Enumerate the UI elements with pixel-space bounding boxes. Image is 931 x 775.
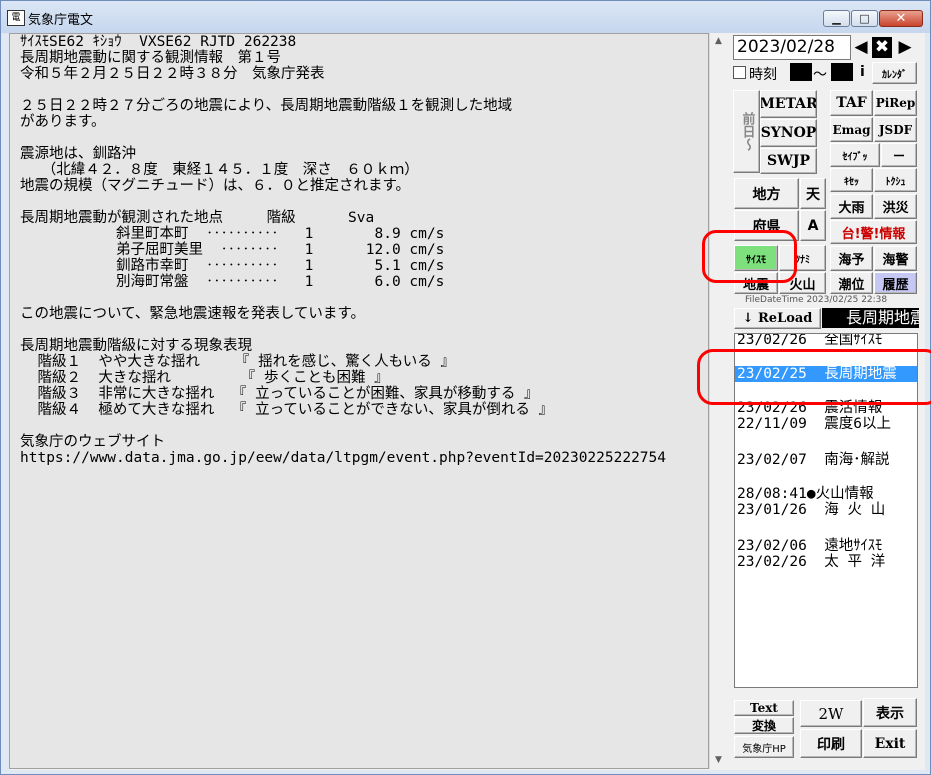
time-from-field[interactable] [790,63,812,81]
two-week-button[interactable]: 2W [800,700,862,727]
date-field[interactable]: 2023/02/28 [733,35,851,60]
close-button[interactable]: ✕ [879,10,923,27]
seibu-button[interactable]: ｾｲﾌﾞｯ [830,143,880,167]
a-button[interactable]: A [800,210,826,241]
choi-button[interactable]: 潮位 [830,272,873,294]
print-button[interactable]: 印刷 [800,729,862,758]
file-date-time: FileDateTime 2023/02/25 22:38 [745,295,888,305]
today-icon[interactable]: ✖ [872,37,892,58]
metar-button[interactable]: METAR [760,90,817,118]
prev-day-icon[interactable]: ◀ [851,37,871,58]
taf-button[interactable]: TAF [830,90,873,116]
marquee-display: 長周期地震 [822,308,919,328]
info-i-label[interactable]: i [860,64,865,80]
highlight-ring-saismo [702,230,797,283]
time-checkbox[interactable] [733,66,746,79]
message-text-pane[interactable]: ｻｲｽﾓSE62 ｷｼｮｳ VXSE62 RJTD 262238 長周期地震動に… [9,33,709,769]
rireki-button[interactable]: 履歴 [874,272,917,294]
reload-button[interactable]: ↓ ReLoad [734,308,821,329]
minimize-button[interactable]: ▁ [823,10,850,27]
pirep-button[interactable]: PiRep [874,90,917,116]
swjp-button[interactable]: SWJP [760,148,817,174]
app-icon: 電 [7,10,25,26]
maximize-icon: □ [859,12,870,25]
chihou-button[interactable]: 地方 [734,178,799,209]
previous-day-button[interactable]: 前日〜 [733,90,760,173]
kaikei-button[interactable]: 海警 [874,246,917,271]
title-bar[interactable]: 電 気象庁電文 ▁ □ ✕ [1,1,930,33]
dash-button[interactable]: ー [881,143,917,167]
list-item[interactable]: 23/02/26 太 平 洋 [737,554,885,570]
time-to-field[interactable] [831,63,853,81]
list-item[interactable]: 23/02/26 全国ｻｲｽﾓ [737,334,882,348]
minimize-icon: ▁ [832,12,841,25]
maximize-button[interactable]: □ [851,10,878,27]
scroll-down-arrow-icon[interactable]: ▼ [710,752,727,769]
display-button[interactable]: 表示 [863,698,917,727]
close-icon: ✕ [895,11,907,26]
kiset-button[interactable]: ｷｾｯ [830,168,873,192]
list-item[interactable]: 22/11/09 震度6以上 [737,416,891,432]
jsdf-button[interactable]: JSDF [874,117,917,142]
time-label: 時刻 [749,67,777,83]
tilde-label: 〜 [813,67,827,83]
list-item[interactable]: 28/08:41●火山情報 [737,486,874,502]
emag-button[interactable]: Emag [830,117,873,142]
kaiyo-button[interactable]: 海予 [830,246,873,271]
next-day-icon[interactable]: ▶ [895,37,915,58]
client-area: ｻｲｽﾓSE62 ｷｼｮｳ VXSE62 RJTD 262238 長周期地震動に… [9,33,931,770]
jma-hp-button[interactable]: 気象庁HP [734,736,794,758]
kozui-button[interactable]: 洪災 [874,194,917,219]
highlight-ring-selected-item [697,349,931,405]
list-item[interactable]: 23/01/26 海 火 山 [737,502,885,518]
exit-button[interactable]: Exit [863,729,917,758]
list-item[interactable]: 23/02/07 南海･解説 [737,452,890,468]
calendar-button[interactable]: ｶﾚﾝﾀﾞ [872,62,917,84]
main-window: 電 気象庁電文 ▁ □ ✕ ｻｲｽﾓSE62 ｷｼｮｳ VXSE62 RJTD … [0,0,931,775]
henkan-button[interactable]: 変換 [734,717,794,734]
message-text: ｻｲｽﾓSE62 ｷｼｮｳ VXSE62 RJTD 262238 長周期地震動に… [20,34,667,466]
window-title: 気象庁電文 [28,13,94,28]
ten-button[interactable]: 天 [800,178,826,209]
taikei-info-button[interactable]: 台!警!情報 [830,220,917,244]
ooame-button[interactable]: 大雨 [830,194,873,219]
list-item[interactable]: 23/02/06 遠地ｻｲｽﾓ [737,538,882,554]
tokushu-button[interactable]: ﾄｸｼｭ [874,168,917,192]
synop-button[interactable]: SYNOP [760,119,817,147]
scroll-up-arrow-icon[interactable]: ▲ [710,33,727,50]
text-button[interactable]: Text [734,700,794,716]
